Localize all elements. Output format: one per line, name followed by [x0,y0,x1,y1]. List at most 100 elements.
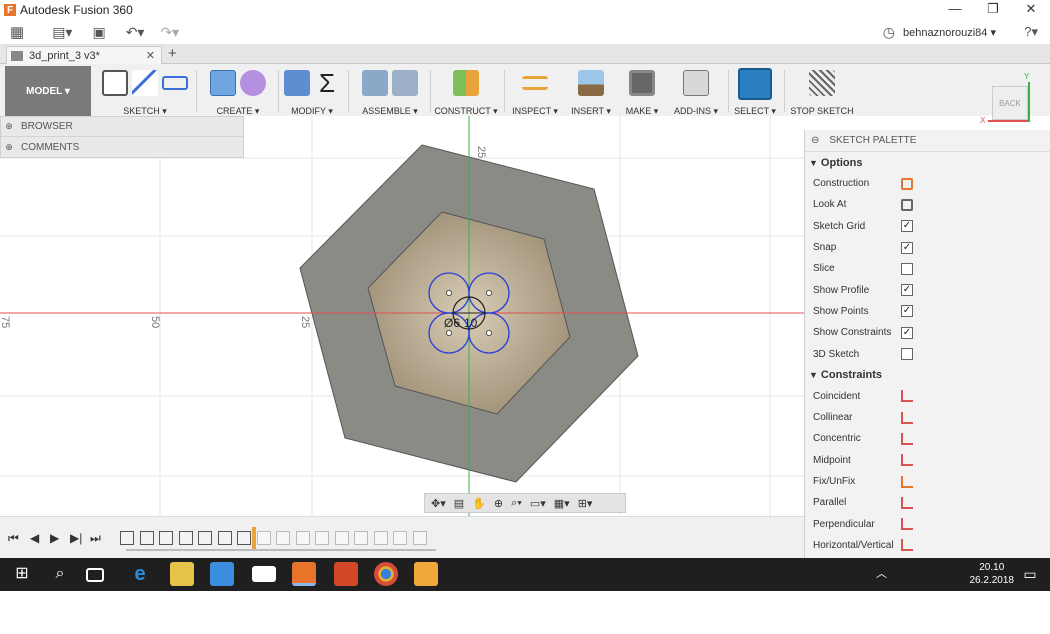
measure-icon[interactable] [522,76,548,90]
timeline-step-icon[interactable] [120,531,134,545]
play-icon[interactable]: ▶ [50,531,59,545]
palette-option-row[interactable]: Look At [805,194,1050,215]
timeline-step-icon[interactable] [237,531,251,545]
select-icon[interactable] [738,68,772,100]
fit-icon[interactable]: ⌕▾ [511,497,522,510]
timeline-step-icon[interactable] [276,531,290,545]
timeline-step-icon[interactable] [295,531,310,545]
sketch-palette-header[interactable]: ⊖ SKETCH PALETTE [805,130,1050,152]
distance-dimension[interactable]: 10 [464,316,478,330]
stop-sketch-group[interactable]: STOP SKETCH [788,66,856,116]
go-to-end-icon[interactable]: ⏭ [90,531,101,546]
create-group[interactable]: CREATE ▾ [200,66,276,116]
step-forward-icon[interactable]: ▶| [70,531,82,545]
diameter-dimension[interactable]: Ø6 [444,316,460,330]
app-grid-icon[interactable]: ▦ [10,23,24,41]
minimize-button[interactable]: — [936,0,974,20]
checkbox[interactable] [901,348,913,361]
parameters-icon[interactable]: Σ [314,70,340,96]
constraint-row[interactable]: Concentric [805,428,1050,449]
joint-icon[interactable] [392,70,418,96]
viewports-icon[interactable]: ⊞▾ [578,497,593,510]
palette-option-row[interactable]: Show Points ✓ [805,301,1050,322]
constraint-row[interactable]: Fix/UnFix [805,471,1050,492]
construction-icon[interactable] [901,177,913,190]
constraints-section-header[interactable]: ▼ Constraints [805,365,1050,386]
checkbox[interactable]: ✓ [901,284,913,297]
go-to-start-icon[interactable]: ⏮ [8,531,19,546]
timeline-marker[interactable] [252,527,256,549]
sketch-point[interactable] [485,329,492,336]
palette-option-row[interactable]: Show Profile ✓ [805,279,1050,300]
checkbox[interactable]: ✓ [901,305,913,318]
zoom-icon[interactable]: ⊕ [494,497,503,510]
make-group[interactable]: MAKE ▾ [620,66,664,116]
expand-icon[interactable]: ⊕ [3,121,15,132]
user-menu[interactable]: behnaznorouzi84 ▾ [903,26,996,39]
horizontal-vertical-icon[interactable] [901,539,913,552]
pan-icon[interactable]: ✋ [472,497,486,510]
spline-icon[interactable] [132,70,158,96]
add-ins-group[interactable]: ADD-INS ▾ [668,66,724,116]
tray-icons[interactable]: ︿ ▭ ◠ ♪ [876,562,900,628]
palette-option-row[interactable]: Construction [805,173,1050,194]
restore-button[interactable]: ❐ [974,0,1012,20]
timeline-step-icon[interactable] [178,531,193,545]
palette-option-row[interactable]: Slice [805,258,1050,279]
timeline-step-icon[interactable] [139,531,154,545]
timeline-step-icon[interactable] [373,531,388,545]
expand-icon[interactable]: ⊕ [3,142,15,153]
sublime-icon[interactable] [414,562,438,586]
timeline-step-icon[interactable] [198,531,212,545]
close-button[interactable]: ✕ [1012,0,1050,20]
coincident-icon[interactable] [901,390,913,403]
look-at-icon[interactable]: ▤ [454,497,464,510]
lock-icon[interactable] [901,475,913,488]
undo-icon[interactable]: ↶▾ [126,24,145,41]
timeline-step-icon[interactable] [256,531,271,545]
assemble-group[interactable]: ASSEMBLE ▾ [352,66,428,116]
modify-group[interactable]: Σ MODIFY ▾ [280,66,344,116]
palette-option-row[interactable]: Snap ✓ [805,237,1050,258]
browser-row[interactable]: ⊕ BROWSER [1,117,243,137]
timeline-step-icon[interactable] [159,531,173,545]
timeline-step-icon[interactable] [334,531,349,545]
construct-group[interactable]: CONSTRUCT ▾ [432,66,500,116]
workspace-switcher[interactable]: MODEL ▾ [5,66,91,116]
step-back-icon[interactable]: ◀ [30,531,39,545]
redo-icon[interactable]: ↷▾ [160,24,179,41]
select-group[interactable]: SELECT ▾ [730,66,780,116]
sketch-point[interactable] [445,329,452,336]
constraint-row[interactable]: Collinear [805,407,1050,428]
constraint-row[interactable]: Parallel [805,492,1050,513]
search-icon[interactable]: ⌕ [48,562,72,586]
new-tab-button[interactable]: + [168,45,177,62]
checkbox[interactable]: ✓ [901,220,913,233]
document-tab[interactable]: 3d_print_3 v3* ✕ [6,46,162,64]
collapse-icon[interactable]: ⊖ [811,135,819,146]
insert-image-icon[interactable] [578,70,604,96]
task-view-icon[interactable] [86,568,104,582]
form-icon[interactable] [240,70,266,96]
midpoint-icon[interactable] [901,454,913,467]
extrude-icon[interactable] [210,70,236,96]
display-settings-icon[interactable]: ▭▾ [530,497,546,510]
help-icon[interactable]: ?▾ [1024,24,1038,40]
view-cube[interactable]: BACK Y X [980,72,1044,125]
timeline-step-icon[interactable] [393,531,407,545]
edge-icon[interactable]: e [128,562,152,586]
inspect-group[interactable]: INSPECT ▾ [508,66,562,116]
constraint-row[interactable]: Horizontal/Vertical [805,535,1050,556]
job-status-icon[interactable]: ◷ [883,24,895,41]
grid-settings-icon[interactable]: ▦▾ [554,497,570,510]
timeline-step-icon[interactable] [412,531,427,545]
palette-option-row[interactable]: Show Constraints ✓ [805,322,1050,343]
scripts-icon[interactable] [683,70,709,96]
orbit-icon[interactable]: ✥▾ [431,497,446,510]
mail-icon[interactable] [252,566,276,582]
parallel-icon[interactable] [901,496,913,509]
store-icon[interactable] [210,562,234,586]
chrome-icon[interactable] [374,562,398,586]
sketch-point[interactable] [485,289,492,296]
checkbox[interactable] [901,262,913,275]
